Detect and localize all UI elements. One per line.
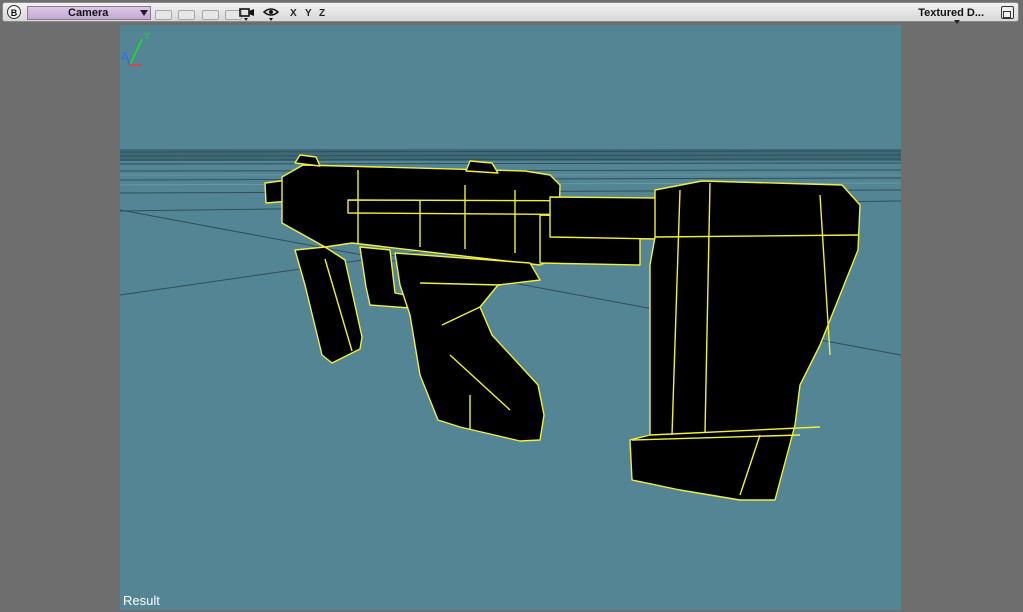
chevron-down-icon <box>140 10 148 16</box>
axis-y-button[interactable]: Y <box>305 8 312 19</box>
bookmark-slot[interactable] <box>201 10 219 20</box>
maximize-icon[interactable] <box>1001 6 1014 19</box>
viewport-result-label: Result <box>123 593 160 608</box>
axis-gizmo: Y Z <box>121 31 150 66</box>
bookmark-slots <box>155 7 244 20</box>
camera-icon[interactable] <box>239 7 255 21</box>
axis-x-button[interactable]: X <box>290 8 297 19</box>
panel-menu-button[interactable]: B <box>7 5 21 19</box>
camera-select-label: Camera <box>68 7 109 19</box>
shading-mode-label: Textured D... <box>918 7 984 19</box>
bookmark-slot[interactable] <box>155 10 172 20</box>
gizmo-y-label: Y <box>144 31 150 41</box>
axis-z-button[interactable]: Z <box>319 8 325 19</box>
camera-select[interactable]: Camera <box>27 6 151 20</box>
shading-mode-select[interactable]: Textured D... <box>918 7 984 24</box>
gizmo-z-label: Z <box>121 51 127 61</box>
3d-viewport[interactable]: Y Z Result <box>120 25 901 610</box>
viewport-toolbar: B Camera X Y Z Textured D... <box>2 2 1019 24</box>
bookmark-slot[interactable] <box>178 10 196 20</box>
chevron-down-icon <box>954 20 960 24</box>
scene-render <box>120 149 901 501</box>
viewport-window: B Camera X Y Z Textured D... Y Z Result <box>0 0 1023 612</box>
gun-model <box>264 154 861 501</box>
eye-icon[interactable] <box>263 7 279 21</box>
